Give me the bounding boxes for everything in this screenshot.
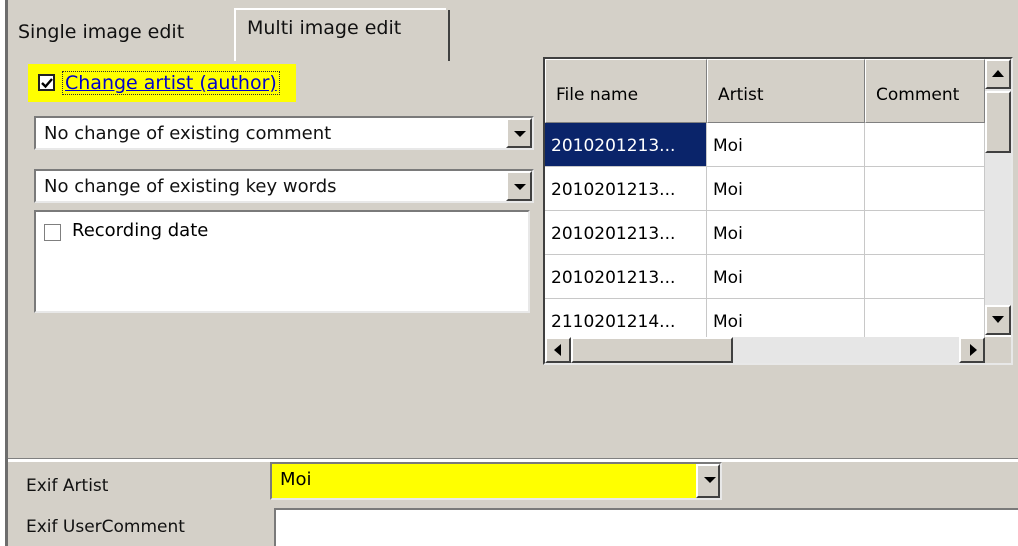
exif-artist-value[interactable]: Moi <box>280 469 312 491</box>
grid-horizontal-scrollbar[interactable] <box>545 337 985 363</box>
tab-multi-image-edit[interactable]: Multi image edit <box>247 17 401 39</box>
table-row[interactable]: 2010201213... Moi <box>545 167 985 211</box>
exif-usercomment-label: Exif UserComment <box>26 517 185 537</box>
comment-mode-value: No change of existing comment <box>44 123 332 144</box>
column-header-file-name[interactable]: File name <box>545 59 707 123</box>
exif-artist-dropdown[interactable]: Moi <box>270 462 722 500</box>
grid-vertical-scrollbar[interactable] <box>985 59 1011 335</box>
scroll-up-icon[interactable] <box>985 59 1011 89</box>
dropdown-arrow-icon[interactable] <box>696 464 720 498</box>
vertical-scroll-thumb[interactable] <box>985 91 1011 153</box>
file-grid[interactable]: File name Artist Comment 2010201213... M… <box>543 57 1013 365</box>
cell-comment[interactable] <box>865 255 985 299</box>
recording-date-label[interactable]: Recording date <box>72 221 208 241</box>
cell-artist[interactable]: Moi <box>707 211 865 255</box>
cell-file-name[interactable]: 2010201213... <box>545 255 707 299</box>
cell-file-name[interactable]: 2010201213... <box>545 167 707 211</box>
dropdown-arrow-icon[interactable] <box>506 118 532 148</box>
column-header-comment[interactable]: Comment <box>865 59 985 123</box>
checkbox-empty-icon[interactable] <box>44 224 61 241</box>
cell-comment[interactable] <box>865 167 985 211</box>
checkbox-checked-icon[interactable] <box>38 74 55 91</box>
dropdown-arrow-icon[interactable] <box>506 171 532 201</box>
cell-comment[interactable] <box>865 123 985 167</box>
table-row[interactable]: 2010201213... Moi <box>545 255 985 299</box>
scroll-left-icon[interactable] <box>545 337 571 363</box>
cell-comment[interactable] <box>865 211 985 255</box>
window-left-border <box>0 0 8 546</box>
change-artist-label[interactable]: Change artist (author) <box>62 71 280 95</box>
table-row[interactable]: 2010201213... Moi <box>545 211 985 255</box>
keywords-mode-dropdown[interactable]: No change of existing key words <box>34 169 534 203</box>
cell-artist[interactable]: Moi <box>707 255 865 299</box>
exif-usercomment-input[interactable] <box>274 508 1018 546</box>
cell-artist[interactable]: Moi <box>707 123 865 167</box>
scroll-down-icon[interactable] <box>985 305 1011 335</box>
scroll-right-icon[interactable] <box>959 337 985 363</box>
exif-artist-label: Exif Artist <box>26 476 109 496</box>
table-row[interactable]: 2010201213... Moi <box>545 123 985 167</box>
change-artist-checkbox-row[interactable]: Change artist (author) <box>28 64 296 102</box>
column-header-artist[interactable]: Artist <box>707 59 865 123</box>
cell-artist[interactable]: Moi <box>707 167 865 211</box>
horizontal-scroll-thumb[interactable] <box>571 337 733 363</box>
recording-date-box: Recording date <box>34 210 530 313</box>
tab-single-image-edit[interactable]: Single image edit <box>18 21 184 43</box>
comment-mode-dropdown[interactable]: No change of existing comment <box>34 116 534 150</box>
scrollbar-corner <box>985 337 1011 363</box>
cell-file-name[interactable]: 2010201213... <box>545 211 707 255</box>
cell-file-name[interactable]: 2010201213... <box>545 123 707 167</box>
keywords-mode-value: No change of existing key words <box>44 176 337 197</box>
